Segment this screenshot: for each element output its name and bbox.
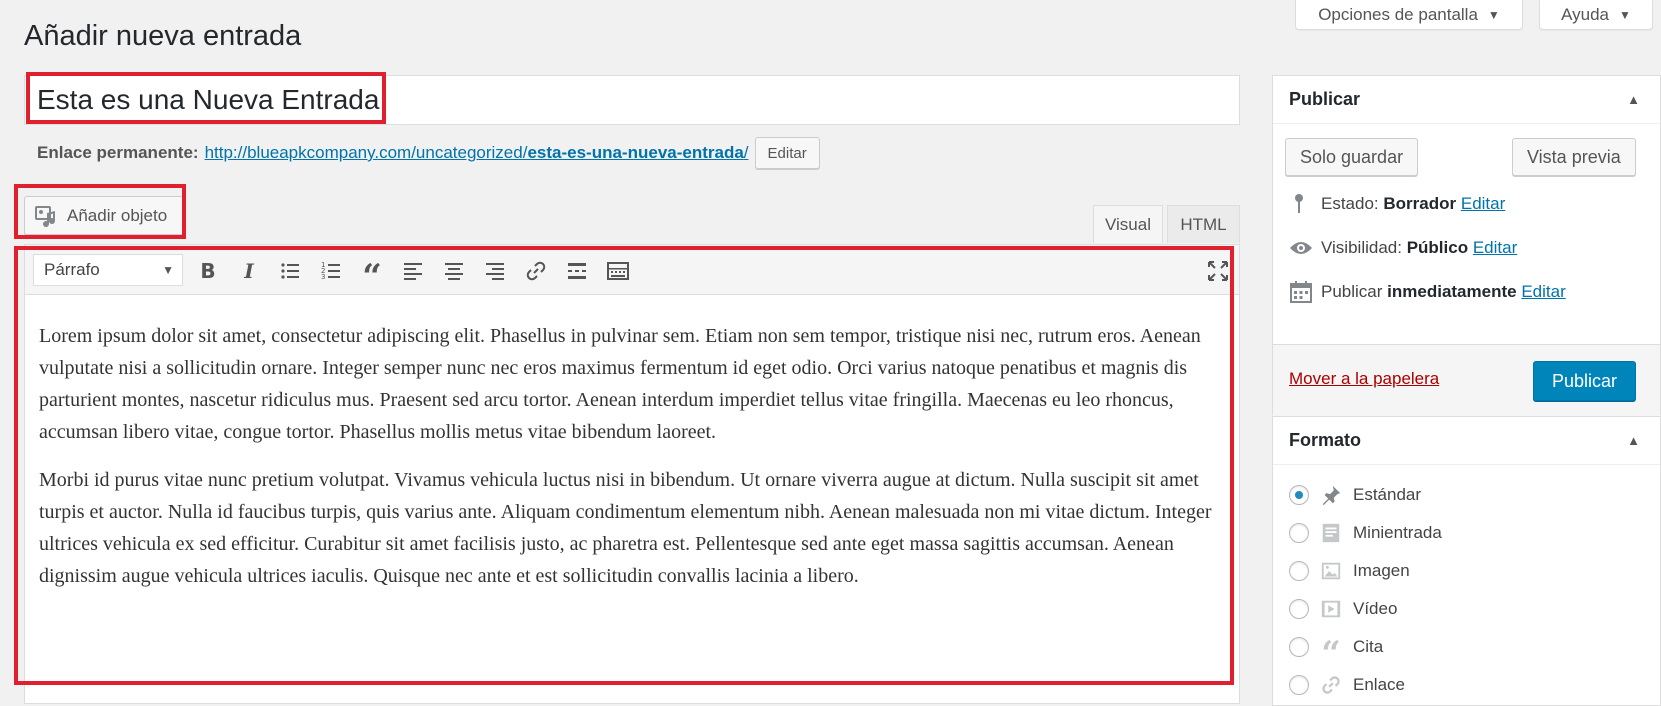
format-box-header[interactable]: Formato ▲: [1273, 417, 1660, 465]
permalink-row: Enlace permanente: http://blueарkcompany…: [37, 137, 820, 169]
blockquote-icon[interactable]: “: [357, 257, 387, 294]
link-icon: [1319, 673, 1343, 697]
radio-button[interactable]: [1289, 675, 1309, 695]
schedule-label: Publicar: [1321, 282, 1383, 301]
status-value: Borrador: [1383, 194, 1457, 213]
format-option-label: Cita: [1353, 637, 1384, 656]
paragraph: Morbi id purus vitae nunc pretium volutp…: [39, 469, 1212, 587]
preview-button[interactable]: Vista previa: [1512, 138, 1636, 176]
publish-box-title: Publicar: [1289, 89, 1361, 109]
content-editor: Párrafo ▼ B I 123 “ Lorem ipsum dolor si…: [24, 244, 1240, 704]
bullet-list-icon[interactable]: [275, 257, 305, 285]
edit-status-link[interactable]: Editar: [1461, 194, 1505, 213]
format-option-label: Vídeo: [1353, 599, 1398, 618]
format-option-quote[interactable]: “ Cita: [1289, 634, 1384, 674]
visibility-value: Público: [1406, 238, 1469, 257]
format-select[interactable]: Párrafo ▼: [33, 254, 183, 286]
format-box-title: Formato: [1289, 430, 1361, 450]
align-right-icon[interactable]: [480, 257, 510, 285]
read-more-icon[interactable]: [562, 257, 592, 285]
publish-actions: Mover a la papelera Publicar: [1273, 344, 1660, 416]
format-option-standard[interactable]: Estándar: [1289, 483, 1421, 507]
schedule-value: inmediatamente: [1387, 282, 1517, 301]
format-option-image[interactable]: Imagen: [1289, 559, 1410, 583]
eye-icon: [1290, 242, 1312, 254]
help-label: Ayuda: [1561, 4, 1609, 24]
screen-options-label: Opciones de pantalla: [1318, 4, 1478, 24]
numbered-list-icon[interactable]: 123: [316, 257, 346, 285]
radio-button[interactable]: [1289, 523, 1309, 543]
radio-button[interactable]: [1289, 561, 1309, 581]
permalink-trail: /: [743, 143, 749, 162]
status-row: Estado: Borrador Editar: [1289, 192, 1505, 216]
permalink-slug: esta-es-una-nueva-entrada: [527, 143, 744, 162]
radio-button[interactable]: [1289, 599, 1309, 619]
quote-icon: “: [1321, 634, 1341, 674]
radio-button[interactable]: [1289, 637, 1309, 657]
format-option-label: Minientrada: [1353, 523, 1442, 542]
svg-text:3: 3: [321, 273, 325, 281]
help-button[interactable]: Ayuda ▼: [1539, 0, 1653, 30]
format-option-label: Imagen: [1353, 561, 1410, 580]
publish-button[interactable]: Publicar: [1533, 361, 1637, 401]
caret-down-icon: ▼: [1487, 7, 1500, 22]
edit-schedule-link[interactable]: Editar: [1521, 282, 1565, 301]
permalink-link[interactable]: http://blueарkcompany.com/uncategorized/…: [205, 143, 749, 163]
pin-icon: [1295, 194, 1303, 213]
post-title-input[interactable]: [29, 76, 1229, 124]
collapse-arrow-icon[interactable]: ▲: [1627, 92, 1640, 107]
aside-icon: [1319, 521, 1343, 545]
italic-icon[interactable]: I: [234, 257, 264, 285]
visibility-row: Visibilidad: Público Editar: [1289, 236, 1517, 260]
image-icon: [1319, 559, 1343, 583]
editor-toolbar: Párrafo ▼ B I 123 “: [25, 245, 1239, 295]
page-title: Añadir nueva entrada: [24, 20, 302, 52]
tab-html[interactable]: HTML: [1167, 205, 1240, 243]
publish-box-header[interactable]: Publicar ▲: [1273, 76, 1660, 124]
calendar-icon: [1290, 281, 1312, 303]
screen-options-button[interactable]: Opciones de pantalla ▼: [1295, 0, 1523, 30]
radio-button[interactable]: [1289, 485, 1309, 505]
editor-content[interactable]: Lorem ipsum dolor sit amet, consectetur …: [39, 320, 1229, 608]
format-box: Formato ▲ Estándar Minientrada Imagen Ví…: [1272, 416, 1661, 706]
edit-visibility-link[interactable]: Editar: [1473, 238, 1517, 257]
collapse-arrow-icon[interactable]: ▲: [1627, 433, 1640, 448]
move-to-trash-link[interactable]: Mover a la papelera: [1289, 369, 1439, 389]
align-left-icon[interactable]: [398, 257, 428, 285]
visibility-label: Visibilidad:: [1321, 238, 1402, 257]
edit-permalink-button[interactable]: Editar: [754, 137, 820, 169]
add-media-label: Añadir objeto: [67, 205, 168, 225]
paragraph: Lorem ipsum dolor sit amet, consectetur …: [39, 325, 1201, 443]
title-field-wrapper: [24, 75, 1240, 125]
media-icon: [35, 205, 56, 227]
status-label: Estado:: [1321, 194, 1379, 213]
caret-down-icon: ▼: [1619, 7, 1631, 22]
format-option-label: Enlace: [1353, 675, 1405, 694]
save-draft-button[interactable]: Solo guardar: [1285, 138, 1419, 176]
format-option-aside[interactable]: Minientrada: [1289, 521, 1442, 545]
fullscreen-icon[interactable]: [1203, 257, 1233, 285]
format-option-link[interactable]: Enlace: [1289, 673, 1405, 697]
schedule-row: Publicar inmediatamente Editar: [1289, 280, 1566, 304]
chevron-down-icon: ▼: [162, 263, 174, 277]
permalink-base: http://blueарkcompany.com/uncategorized/: [204, 143, 528, 162]
video-icon: [1319, 597, 1343, 621]
bold-icon[interactable]: B: [193, 257, 223, 285]
format-option-label: Estándar: [1353, 485, 1422, 504]
toolbar-toggle-icon[interactable]: [603, 257, 633, 285]
tab-visual[interactable]: Visual: [1093, 205, 1163, 243]
pin-icon: [1319, 483, 1343, 507]
link-icon[interactable]: [521, 257, 551, 285]
add-media-button[interactable]: Añadir objeto: [24, 196, 184, 235]
align-center-icon[interactable]: [439, 257, 469, 285]
permalink-label: Enlace permanente:: [37, 143, 199, 162]
publish-box: Publicar ▲ Solo guardar Vista previa Est…: [1272, 75, 1661, 416]
format-option-video[interactable]: Vídeo: [1289, 597, 1397, 621]
format-select-value: Párrafo: [44, 260, 100, 279]
